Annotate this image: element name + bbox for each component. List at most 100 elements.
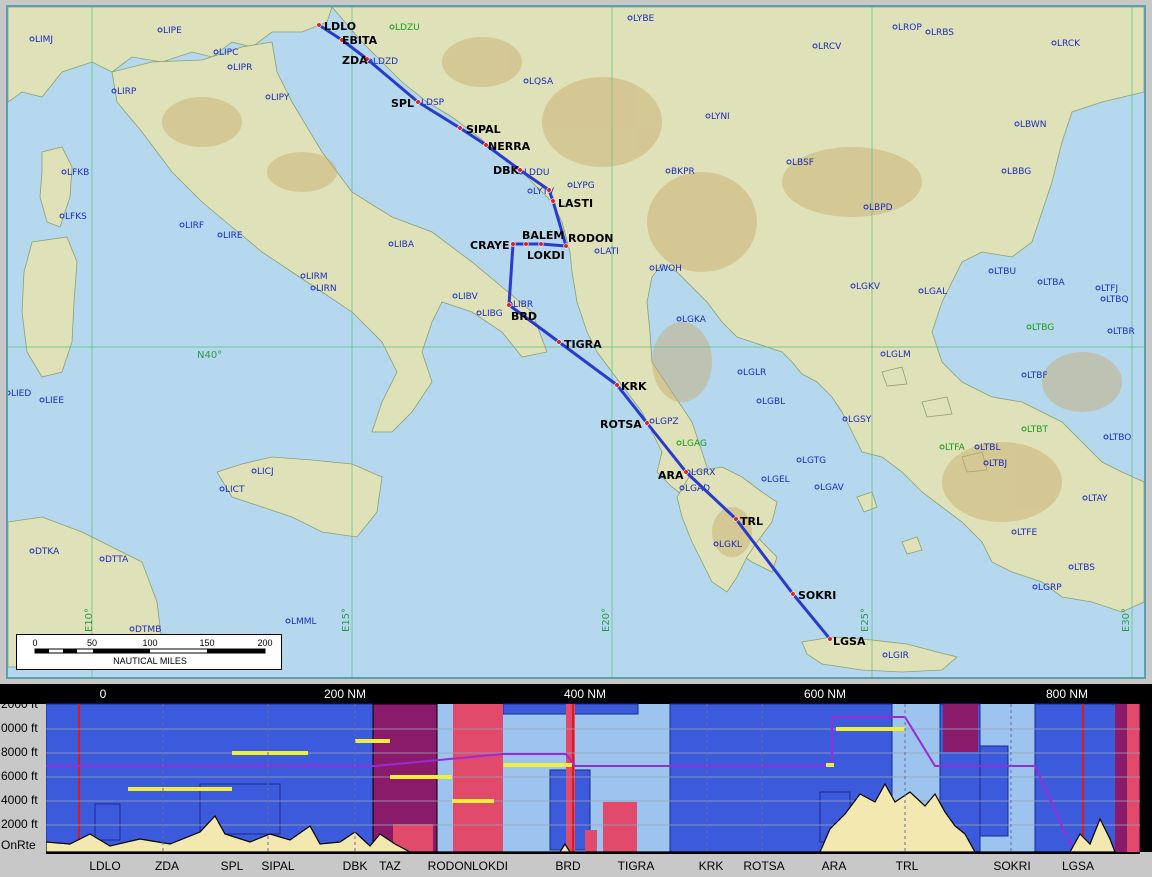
waypoint-marker-brd[interactable] (506, 302, 512, 308)
waypoint-label-krk[interactable]: KRK (621, 380, 647, 393)
airport-lgag[interactable]: LGAG (676, 439, 707, 449)
airport-lrck[interactable]: LRCK (1051, 39, 1081, 49)
waypoint-label-spl[interactable]: SPL (391, 97, 414, 110)
airport-label: LIBV (458, 292, 479, 302)
airport-label: LTBQ (1106, 295, 1129, 305)
airport-lgka[interactable]: LGKA (676, 315, 707, 325)
airport-ltbu[interactable]: LTBU (988, 267, 1016, 277)
altitude-tick-label: 2000 ft (1, 697, 38, 711)
airport-lbpd[interactable]: LBPD (863, 203, 893, 213)
vertical-profile-panel[interactable]: 2000 ft 0000 ft 8000 ft 6000 ft 4000 ft 2000 … (0, 684, 1152, 877)
waypoint-marker-ldlo[interactable] (316, 22, 322, 28)
airport-lqsa[interactable]: LQSA (523, 77, 554, 87)
waypoint-label-dbk[interactable]: DBK (493, 164, 520, 177)
waypoint-marker-lgsa[interactable] (827, 636, 833, 642)
waypoint-marker-rotsa[interactable] (644, 420, 650, 426)
graticule-label: E30° (1121, 608, 1132, 632)
airport-label: LRBS (931, 28, 954, 38)
airport-lgrp[interactable]: LGRP (1032, 583, 1062, 593)
waypoint-marker-trl[interactable] (733, 516, 739, 522)
waypoint-label-lasti[interactable]: LASTI (558, 197, 593, 210)
airport-lbsf[interactable]: LBSF (786, 158, 814, 168)
airport-label: LTBT (1027, 425, 1048, 435)
waypoint-label-brd[interactable]: BRD (511, 310, 537, 323)
airport-ltbo[interactable]: LTBO (1103, 433, 1131, 443)
waypoint-marker-ara[interactable] (683, 469, 689, 475)
waypoint-label-ldlo[interactable]: LDLO (324, 20, 356, 33)
airport-lbbg[interactable]: LBBG (1001, 167, 1031, 177)
airport-ltbq[interactable]: LTBQ (1100, 295, 1129, 305)
waypoint-label-rodon[interactable]: RODON (568, 232, 614, 245)
waypoint-label-lgsa[interactable]: LGSA (833, 635, 866, 648)
airport-lgal[interactable]: LGAL (918, 287, 947, 297)
airport-lglr[interactable]: LGLR (737, 368, 766, 378)
airport-lglm[interactable]: LGLM (880, 350, 911, 360)
airport-bkpr[interactable]: BKPR (665, 167, 695, 177)
profile-waypoint-label: LDLO (89, 859, 120, 873)
airport-lrbs[interactable]: LRBS (925, 28, 954, 38)
waypoint-marker-lasti[interactable] (550, 198, 556, 204)
airport-lgav[interactable]: LGAV (814, 483, 845, 493)
waypoint-label-sokri[interactable]: SOKRI (798, 589, 836, 602)
airport-dtta[interactable]: DTTA (99, 555, 129, 565)
waypoint-label-tigra[interactable]: TIGRA (564, 338, 602, 351)
airport-lgtg[interactable]: LGTG (796, 456, 826, 466)
airport-dtka[interactable]: DTKA (29, 547, 60, 557)
airport-label: BKPR (671, 167, 695, 177)
waypoint-label-ara[interactable]: ARA (658, 469, 684, 482)
vertical-profile-chart[interactable]: 2000 ft 0000 ft 8000 ft 6000 ft 4000 ft 2000 … (0, 684, 1152, 877)
airport-ltbg[interactable]: LTBG (1026, 323, 1054, 333)
airport-label: LIPE (163, 26, 182, 36)
waypoint-label-nerra[interactable]: NERRA (488, 140, 531, 153)
airport-label: LROP (898, 23, 922, 33)
map-canvas[interactable]: N40° E10° E15° E20° E25° E30° LIMJ LIPE LIPC LIP… (8, 7, 1144, 677)
airport-lgsy[interactable]: LGSY (842, 415, 872, 425)
airport-lrop[interactable]: LROP (892, 23, 922, 33)
waypoint-marker-sipal[interactable] (457, 125, 463, 131)
waypoint-marker-balem[interactable] (538, 241, 544, 247)
altitude-tick-label: 0000 ft (1, 721, 38, 735)
airport-lmml[interactable]: LMML (285, 617, 317, 627)
airport-lfkb[interactable]: LFKB (61, 168, 89, 178)
waypoint-label-trl[interactable]: TRL (740, 515, 763, 528)
waypoint-marker-lytv[interactable] (546, 187, 552, 193)
waypoint-marker-lokdi[interactable] (523, 241, 529, 247)
airport-lgbl[interactable]: LGBL (756, 397, 785, 407)
distance-tick-label: 400 NM (564, 687, 606, 701)
waypoint-label-lokdi[interactable]: LOKDI (527, 249, 565, 262)
airport-lfks[interactable]: LFKS (59, 212, 87, 222)
waypoint-label-ebita[interactable]: EBITA (342, 34, 378, 47)
airport-lied[interactable]: LIED (8, 389, 31, 399)
profile-waypoint-label: TRL (896, 859, 919, 873)
airport-lgpz[interactable]: LGPZ (649, 417, 679, 427)
airport-label: LIBG (482, 309, 503, 319)
airport-label: LTBU (994, 267, 1016, 277)
airport-lrcv[interactable]: LRCV (812, 42, 842, 52)
waypoint-label-craye[interactable]: CRAYE (470, 239, 509, 252)
waypoint-marker-spl[interactable] (415, 99, 421, 105)
airport-lgel[interactable]: LGEL (761, 475, 790, 485)
airport-label: LGAL (924, 287, 947, 297)
airport-label: LGKA (682, 315, 707, 325)
airport-lgkv[interactable]: LGKV (850, 282, 881, 292)
airport-lbwn[interactable]: LBWN (1014, 120, 1047, 130)
waypoint-marker-sokri[interactable] (790, 591, 796, 597)
waypoint-marker-craye[interactable] (510, 241, 516, 247)
airport-label: LBBG (1007, 167, 1031, 177)
airport-ltba[interactable]: LTBA (1037, 278, 1065, 288)
airport-ldzu[interactable]: LDZU (389, 23, 420, 33)
airport-label: LGBL (762, 397, 785, 407)
waypoint-label-rotsa[interactable]: ROTSA (600, 418, 642, 431)
profile-waypoint-label: ROTSA (743, 859, 784, 873)
waypoint-marker-tigra[interactable] (556, 339, 562, 345)
waypoint-marker-krk[interactable] (614, 382, 620, 388)
airport-lgkl[interactable]: LGKL (713, 540, 742, 550)
airport-label: LGRP (1038, 583, 1062, 593)
scale-tick-label: 50 (87, 638, 97, 648)
airport-label: LYBE (633, 14, 654, 24)
waypoint-label-sipal[interactable]: SIPAL (466, 123, 501, 136)
waypoint-label-balem[interactable]: BALEM (522, 229, 564, 242)
waypoint-label-zda[interactable]: ZDA (342, 54, 368, 67)
map-view[interactable]: N40° E10° E15° E20° E25° E30° LIMJ LIPE LIPC LIP… (6, 5, 1146, 679)
airport-lwoh[interactable]: LWOH (649, 264, 682, 274)
